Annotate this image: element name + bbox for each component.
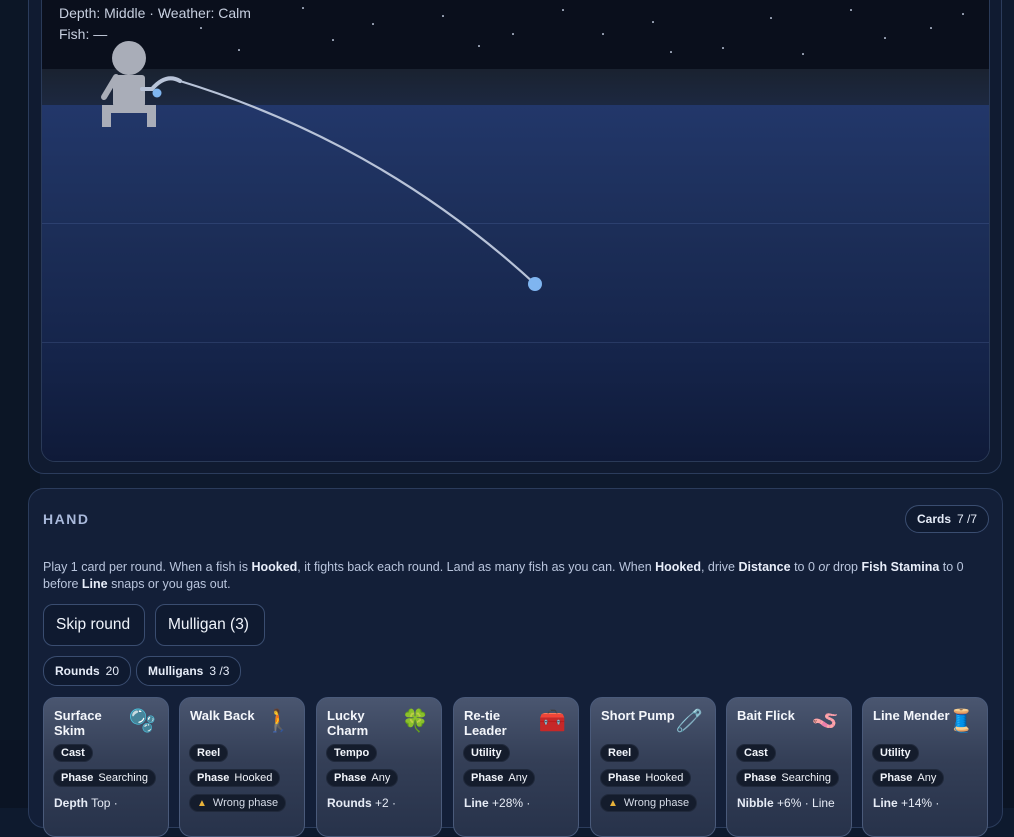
toolbox-icon: 🧰 [538,708,566,733]
warning-icon: ▲ [197,797,207,809]
mulligans-badge: Mulligans 3 /3 [136,656,242,686]
help-text-part: to 0 [790,560,819,574]
rounds-badge: Rounds 20 [43,656,132,686]
card-type-tag: Utility [872,744,919,762]
help-text-emphasis: Hooked [655,560,701,574]
fishing-line [179,79,536,285]
card-type-tag: Cast [736,744,776,762]
card-phase-tag: Phase Searching [53,769,156,787]
phase-label: Phase [744,772,777,784]
card-type-tag: Reel [600,744,640,762]
help-text-emphasis: Line [81,577,108,591]
mulligans-value: 3 [209,664,217,678]
help-text-emphasis: Distance [738,560,791,574]
phase-value: Any [917,772,937,784]
warning-text: Wrong phase [623,797,690,809]
help-text-emphasis: Hooked [251,560,298,574]
card-title: Lucky Charm [327,708,369,738]
phase-label: Phase [197,772,230,784]
help-text-part: , drive [700,560,739,574]
card-type-tag: Cast [53,744,93,762]
cards-max: /7 [967,512,978,526]
walking-person-icon: 🚶 [264,708,292,733]
card-title: Line Mender [873,708,950,723]
warning-icon: ▲ [608,797,618,809]
card-type-tag: Utility [463,744,510,762]
card-title: Bait Flick [737,708,795,723]
phase-label: Phase [334,772,367,784]
card-phase-tag: Phase Searching [736,769,839,787]
cards-count-badge: Cards 7 /7 [905,505,990,533]
hand-panel: HAND Cards 7 /7 Play 1 card per round. W… [28,488,1003,837]
four-leaf-clover-icon: 🍀 [401,708,429,733]
phase-label: Phase [471,772,504,784]
card-phase-tag: Phase Hooked [189,769,281,787]
card-type-tag: Reel [189,744,229,762]
help-text-italic: or [818,560,830,574]
card-phase-tag: Phase Any [326,769,399,787]
hand-title: HAND [43,511,90,527]
angler-and-line [101,41,542,291]
safety-pin-icon: 🧷 [675,708,703,733]
cards-label: Cards [917,512,952,526]
card-type-tag: Tempo [326,744,378,762]
bobber-icon[interactable] [528,277,542,291]
card-lucky-charm[interactable]: Lucky Charm 🍀 Tempo Phase Any Rounds +2 · [316,697,442,837]
card-phase-tag: Phase Hooked [600,769,692,787]
card-phase-tag: Phase Any [872,769,945,787]
card-walk-back[interactable]: Walk Back 🚶 Reel Phase Hooked ▲ Wrong phas… [179,697,305,837]
warning-text: Wrong phase [212,797,279,809]
phase-value: Searching [781,772,831,784]
card-title: Re-tie Leader [464,708,507,738]
cards-count: 7 [957,512,964,526]
card-line-mender[interactable]: Line Mender 🧵 Utility Phase Any Line +14%… [862,697,988,837]
mulligans-label: Mulligans [148,664,204,678]
phase-label: Phase [61,772,94,784]
card-title: Walk Back [190,708,255,723]
mulligans-max: /3 [219,664,230,678]
help-text-part: , it fights back each round. Land as man… [297,560,656,574]
bubbles-icon: 🫧 [128,708,156,733]
worm-icon: 🪱 [811,708,839,733]
card-phase-tag: Phase Any [463,769,536,787]
phase-label: Phase [608,772,641,784]
rounds-value: 20 [105,664,120,678]
phase-value: Any [508,772,528,784]
phase-value: Any [371,772,391,784]
card-re-tie-leader[interactable]: Re-tie Leader 🧰 Utility Phase Any Line +2… [453,697,579,837]
card-title: Short Pump [601,708,675,723]
rod-icon [140,76,182,91]
skip-round-button[interactable]: Skip round [43,604,145,646]
help-text-part: Play 1 card per round. When a fish is [43,560,252,574]
card-bait-flick[interactable]: Bait Flick 🪱 Cast Phase Searching Nibble … [726,697,852,837]
phase-value: Hooked [234,772,273,784]
wrong-phase-warning: ▲ Wrong phase [600,794,698,812]
help-text-emphasis: Fish Stamina [861,560,940,574]
mulligan-button[interactable]: Mulligan (3) [155,604,265,646]
fishing-scene: Depth: Middle · Weather: Calm Fish: — [41,0,990,462]
reel-icon [152,88,162,98]
card-short-pump[interactable]: Short Pump 🧷 Reel Phase Hooked ▲ Wrong pha… [590,697,716,837]
card-title: Surface Skim [54,708,102,738]
rounds-label: Rounds [55,664,100,678]
help-text-part: drop [829,560,862,574]
thread-spool-icon: 🧵 [947,708,975,733]
card-surface-skim[interactable]: Surface Skim 🫧 Cast Phase Searching Depth… [43,697,169,837]
phase-value: Hooked [645,772,684,784]
wrong-phase-warning: ▲ Wrong phase [189,794,287,812]
help-text-part: snaps or you gas out. [107,577,231,591]
phase-label: Phase [880,772,913,784]
phase-value: Searching [98,772,148,784]
help-text: Play 1 card per round. When a fish is Ho… [43,559,993,593]
